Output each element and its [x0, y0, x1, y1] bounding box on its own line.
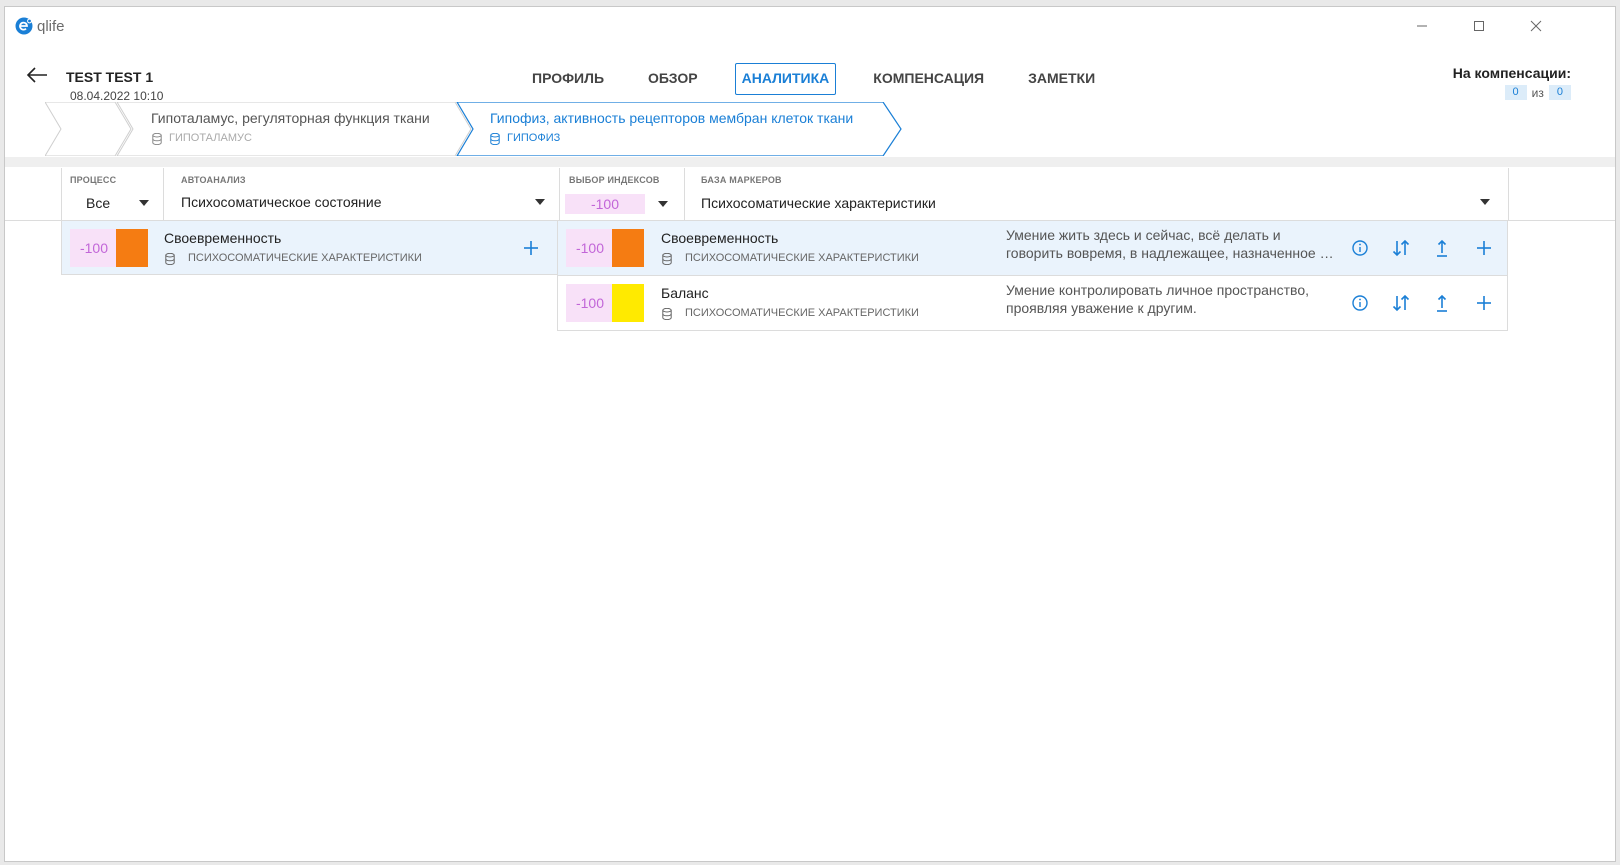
maximize-button[interactable]: [1456, 13, 1502, 39]
item-subtitle: ПСИХОСОМАТИЧЕСКИЕ ХАРАКТЕРИСТИКИ: [188, 252, 422, 264]
item-description: Умение жить здесь и сейчас, всё делать и…: [1006, 226, 1334, 262]
compensation-counter: 0 из 0: [1504, 85, 1571, 100]
app-name: qlife: [37, 18, 65, 35]
process-select[interactable]: Все: [62, 168, 162, 220]
chevron-down-icon: [535, 199, 545, 205]
compensation-of: из: [1531, 85, 1544, 100]
tab-overview[interactable]: ОБЗОР: [641, 63, 705, 95]
right-filters: ВЫБОР ИНДЕКСОВ -100 БАЗА МАРКЕРОВ Психос…: [557, 168, 1509, 220]
autoanalysis-select[interactable]: Психосоматическое состояние: [164, 168, 558, 220]
compensation-total: 0: [1548, 85, 1571, 100]
main-tabs: ПРОФИЛЬ ОБЗОР АНАЛИТИКА КОМПЕНСАЦИЯ ЗАМЕ…: [525, 63, 1132, 95]
qlife-logo-icon: [15, 17, 33, 35]
description-line: говорить вовремя, в надлежащее, назначен…: [1006, 245, 1334, 261]
sort-arrows-icon[interactable]: [1390, 237, 1412, 259]
info-icon[interactable]: [1349, 237, 1371, 259]
item-index: -100: [566, 229, 614, 267]
patient-date: 08.04.2022 10:10: [70, 89, 164, 103]
database-icon: [152, 133, 162, 145]
left-marker-list: -100 Своевременность ПСИХОСОМАТИЧЕСКИЕ Х…: [61, 221, 558, 275]
process-value: Все: [86, 195, 111, 211]
item-subtitle: ПСИХОСОМАТИЧЕСКИЕ ХАРАКТЕРИСТИКИ: [685, 307, 919, 319]
database-icon: [490, 133, 500, 145]
right-marker-list: -100 Своевременность ПСИХОСОМАТИЧЕСКИЕ Х…: [557, 221, 1508, 331]
section-divider: [5, 157, 1615, 167]
sort-arrows-icon[interactable]: [1390, 292, 1412, 314]
plus-icon[interactable]: [520, 237, 542, 259]
crumb-title-2: Гипофиз, активность рецепторов мембран к…: [490, 110, 854, 126]
patient-name: TEST TEST 1: [66, 69, 154, 85]
chevron-down-icon: [658, 201, 668, 207]
tab-compensation[interactable]: КОМПЕНСАЦИЯ: [866, 63, 991, 95]
list-item[interactable]: -100 Своевременность ПСИХОСОМАТИЧЕСКИЕ Х…: [61, 221, 558, 275]
color-swatch: [612, 229, 644, 267]
left-filters: ПРОЦЕСС Все АВТОАНАЛИЗ Психосоматическое…: [61, 168, 560, 220]
minimize-button[interactable]: [1399, 13, 1445, 39]
compensation-label: На компенсации:: [1452, 65, 1571, 81]
crumb-title-1: Гипоталамус, регуляторная функция ткани: [151, 110, 430, 126]
item-description: Умение контролировать личное пространств…: [1006, 281, 1334, 317]
crumb-subtitle-2: ГИПОФИЗ: [507, 132, 561, 144]
item-title: Своевременность: [661, 230, 779, 246]
crumb-subtitle-1: ГИПОТАЛАМУС: [169, 132, 252, 144]
close-window-button[interactable]: [1513, 13, 1559, 39]
app-window: qlife TEST TEST 1 08.04.2022 10:10 ПРОФИ…: [4, 6, 1616, 862]
crumb-root[interactable]: [45, 102, 132, 156]
item-index: -100: [566, 284, 614, 322]
database-icon: [662, 253, 672, 265]
index-select[interactable]: -100: [557, 168, 683, 220]
tab-notes[interactable]: ЗАМЕТКИ: [1021, 63, 1102, 95]
list-item[interactable]: -100 Баланс ПСИХОСОМАТИЧЕСКИЕ ХАРАКТЕРИС…: [558, 276, 1507, 330]
plus-icon[interactable]: [1473, 237, 1495, 259]
compensation-current: 0: [1504, 85, 1527, 100]
item-title: Своевременность: [164, 230, 282, 246]
plus-icon[interactable]: [1473, 292, 1495, 314]
item-subtitle: ПСИХОСОМАТИЧЕСКИЕ ХАРАКТЕРИСТИКИ: [685, 252, 919, 264]
info-icon[interactable]: [1349, 292, 1371, 314]
upload-icon[interactable]: [1431, 237, 1453, 259]
markers-value: Психосоматические характеристики: [701, 195, 936, 211]
page-header: TEST TEST 1 08.04.2022 10:10 ПРОФИЛЬ ОБЗ…: [5, 43, 1615, 103]
color-swatch: [116, 229, 148, 267]
item-index: -100: [70, 229, 118, 267]
back-arrow-icon[interactable]: [25, 65, 49, 85]
minimize-icon: [1417, 25, 1427, 27]
title-bar: qlife: [5, 7, 1615, 43]
tab-analytics[interactable]: АНАЛИТИКА: [734, 63, 837, 95]
database-icon: [165, 253, 175, 265]
autoanalysis-value: Психосоматическое состояние: [181, 194, 382, 210]
breadcrumb: Гипоталамус, регуляторная функция ткани …: [45, 102, 925, 156]
description-line: проявляя уважение к другим.: [1006, 300, 1197, 316]
list-item[interactable]: -100 Своевременность ПСИХОСОМАТИЧЕСКИЕ Х…: [558, 221, 1507, 275]
tab-profile[interactable]: ПРОФИЛЬ: [525, 63, 611, 95]
chevron-down-icon: [1480, 199, 1490, 205]
description-line: Умение контролировать личное пространств…: [1006, 282, 1310, 298]
upload-icon[interactable]: [1431, 292, 1453, 314]
item-title: Баланс: [661, 285, 709, 301]
index-value: -100: [565, 194, 645, 214]
close-icon: [1530, 20, 1542, 32]
maximize-icon: [1474, 21, 1484, 31]
chevron-down-icon: [139, 200, 149, 206]
color-swatch: [612, 284, 644, 322]
description-line: Умение жить здесь и сейчас, всё делать и: [1006, 227, 1281, 243]
markers-select[interactable]: Психосоматические характеристики: [685, 168, 1507, 220]
database-icon: [662, 308, 672, 320]
